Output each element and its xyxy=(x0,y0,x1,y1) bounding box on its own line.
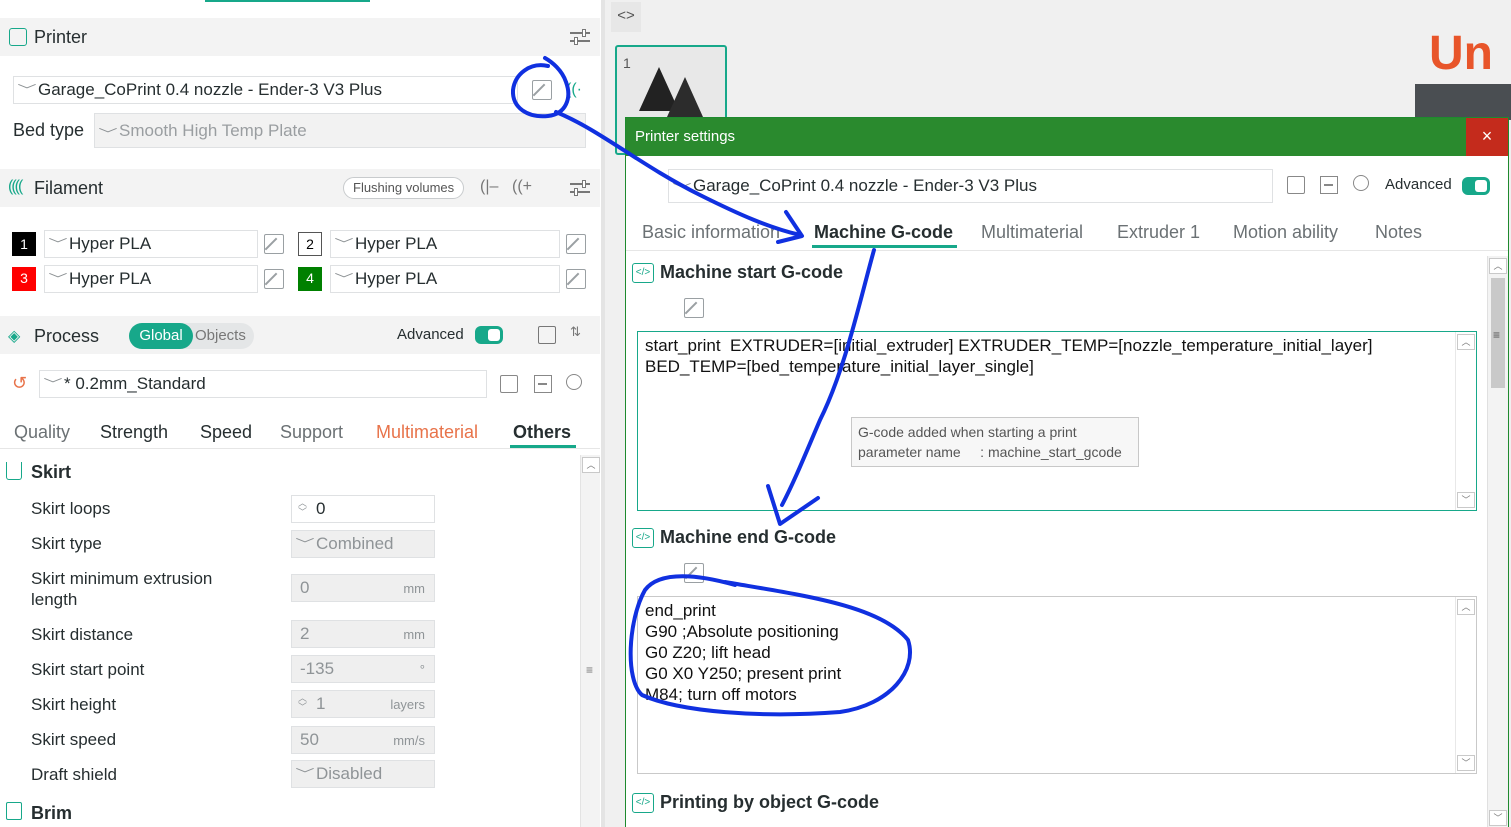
annotation-circle-end-gcode xyxy=(628,574,912,717)
annotation-arrow-down xyxy=(780,248,876,507)
annotation-arrow-to-tab xyxy=(554,110,802,237)
annotation-arrowhead xyxy=(776,210,804,244)
annotation-circle-edit xyxy=(511,56,571,119)
annotation-arrowhead xyxy=(766,484,820,526)
annotation-overlay xyxy=(511,56,912,717)
